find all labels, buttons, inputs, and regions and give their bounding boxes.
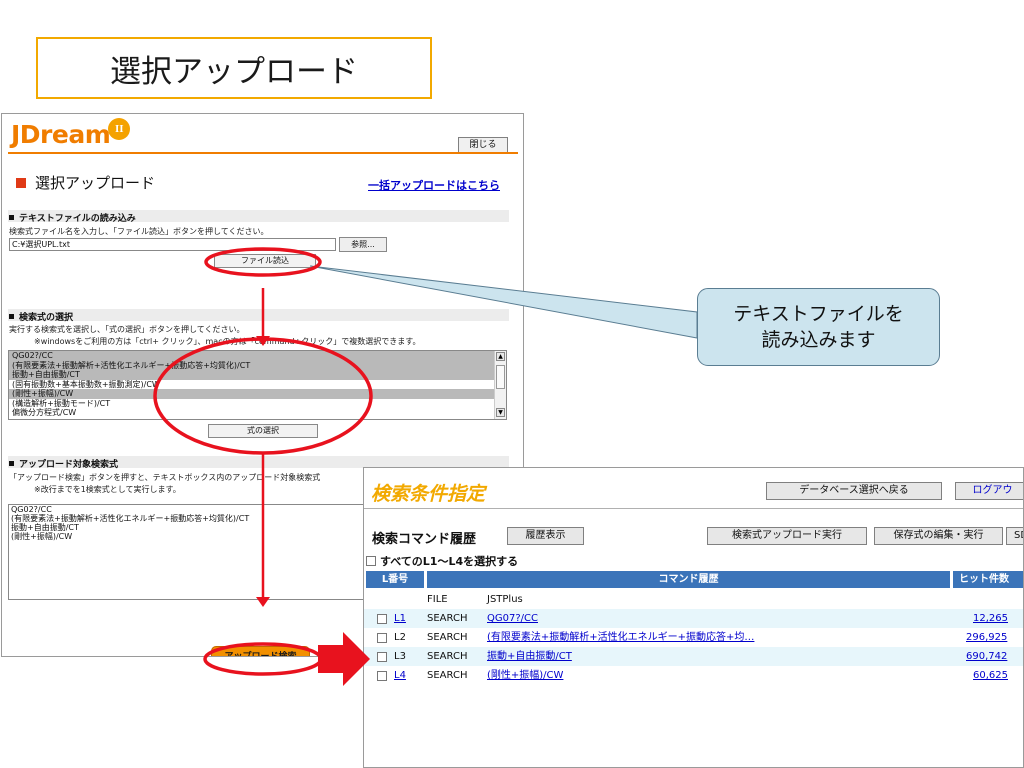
browse-button[interactable]: 参照...	[339, 237, 387, 252]
history-show-button[interactable]: 履歴表示	[507, 527, 584, 545]
close-button[interactable]: 閉じる	[458, 137, 508, 153]
table-row: L4 SEARCH (剛性+振幅)/CW 60,625	[364, 666, 1023, 685]
textarea-line: (有限要素法+振動解析+活性化エネルギー+振動応答+均質化)/CT	[11, 514, 250, 523]
section1-heading: テキストファイルの読み込み	[9, 211, 136, 224]
panel-title: 選択アップロード	[16, 172, 155, 193]
callout-line1: テキストファイルを	[733, 303, 904, 325]
scroll-thumb[interactable]	[496, 365, 505, 389]
saved-query-button[interactable]: 保存式の編集・実行	[874, 527, 1003, 545]
upload-search-button[interactable]: アップロード検索	[211, 646, 310, 656]
query-option[interactable]: (構造解析+振動モード)/CT	[9, 399, 506, 409]
query-option[interactable]: (固有振動数+基本振動数+振動測定)/CW	[9, 380, 506, 390]
select-all-label: すべてのL1〜L4を選択する	[380, 555, 519, 568]
upload-query-textarea[interactable]: QG02?/CC (有限要素法+振動解析+活性化エネルギー+振動応答+均質化)/…	[8, 504, 373, 600]
section3-note: ※改行までを1検索式として実行します。	[34, 485, 181, 494]
logout-button[interactable]: ログアウ	[955, 482, 1023, 500]
title-square-icon	[16, 177, 26, 188]
query-option[interactable]: QG02?/CC	[9, 351, 506, 361]
table-row: L1 SEARCH QG07?/CC 12,265	[364, 609, 1023, 628]
col-header-l: L番号	[366, 571, 424, 588]
file-read-button[interactable]: ファイル読込	[214, 254, 316, 268]
section3-heading: アップロード対象検索式	[9, 457, 118, 470]
db-back-button[interactable]: データベース選択へ戻る	[766, 482, 942, 500]
upload-exec-button[interactable]: 検索式アップロード実行	[707, 527, 867, 545]
section2-bar	[8, 309, 509, 321]
search-header-divider	[364, 508, 1023, 509]
jdream-logo-text: JDream	[11, 120, 111, 149]
list-scrollbar[interactable]: ▲ ▼	[494, 351, 506, 419]
table-row: L3 SEARCH 振動+自由振動/CT 690,742	[364, 647, 1023, 666]
query-option[interactable]: (剛性+振幅)/CW	[9, 389, 506, 399]
query-select-list[interactable]: QG02?/CC (有限要素法+振動解析+活性化エネルギー+振動応答+均質化)/…	[8, 350, 507, 420]
header-divider	[8, 152, 518, 154]
row-checkbox[interactable]	[377, 633, 387, 643]
textarea-line: 振動+自由振動/CT	[11, 523, 79, 532]
scroll-down-icon[interactable]: ▼	[496, 408, 505, 417]
table-row: FILE JSTPlus	[427, 594, 523, 605]
select-all-checkbox-row[interactable]: すべてのL1〜L4を選択する	[366, 553, 518, 569]
query-option[interactable]: 振動+自由振動/CT	[9, 370, 506, 380]
query-option[interactable]: 偏微分方程式/CW	[9, 408, 506, 418]
scroll-up-icon[interactable]: ▲	[496, 352, 505, 361]
panel-title-text: 選択アップロード	[35, 174, 156, 192]
table-row: L2 SEARCH (有限要素法+振動解析+活性化エネルギー+振動応答+均… 2…	[364, 628, 1023, 647]
col-header-cmd: コマンド履歴	[427, 571, 950, 588]
query-select-button[interactable]: 式の選択	[208, 424, 318, 438]
callout-box: テキストファイルを 読み込みます	[697, 288, 940, 366]
search-window: 検索条件指定 データベース選択へ戻る ログアウ 検索コマンド履歴 履歴表示 検索…	[363, 467, 1024, 768]
textarea-line: QG02?/CC	[11, 505, 52, 514]
file-path-input[interactable]: C:¥選択UPL.txt	[9, 238, 336, 251]
select-all-checkbox[interactable]	[366, 556, 376, 566]
history-label: 検索コマンド履歴	[372, 532, 477, 547]
sd-button[interactable]: SD	[1006, 527, 1023, 545]
row-checkbox[interactable]	[377, 652, 387, 662]
callout-line2: 読み込みます	[761, 329, 876, 351]
textarea-line: (剛性+振幅)/CW	[11, 532, 73, 541]
row-checkbox[interactable]	[377, 614, 387, 624]
jdream-logo: JDream II	[11, 118, 131, 150]
slide-title-box: 選択アップロード	[36, 37, 432, 99]
section2-heading: 検索式の選択	[9, 310, 73, 323]
row-checkbox[interactable]	[377, 671, 387, 681]
jdream-logo-mark: II	[108, 118, 131, 140]
col-header-hits: ヒット件数	[953, 571, 1023, 588]
section2-instruction: 実行する検索式を選択し、「式の選択」ボタンを押してください。	[9, 325, 245, 334]
bulk-upload-link[interactable]: 一括アップロードはこちら	[368, 177, 500, 193]
search-title: 検索条件指定	[371, 483, 486, 505]
section3-instruction: 「アップロード検索」ボタンを押すと、テキストボックス内のアップロード対象検索式	[9, 473, 321, 482]
slide-title: 選択アップロード	[110, 53, 358, 90]
query-option[interactable]: (有限要素法+振動解析+活性化エネルギー+振動応答+均質化)/CT	[9, 360, 506, 370]
section1-instruction: 検索式ファイル名を入力し、「ファイル読込」ボタンを押してください。	[9, 227, 269, 236]
section2-note: ※windowsをご利用の方は「ctrl+ クリック」、macの方は「comma…	[34, 337, 421, 346]
